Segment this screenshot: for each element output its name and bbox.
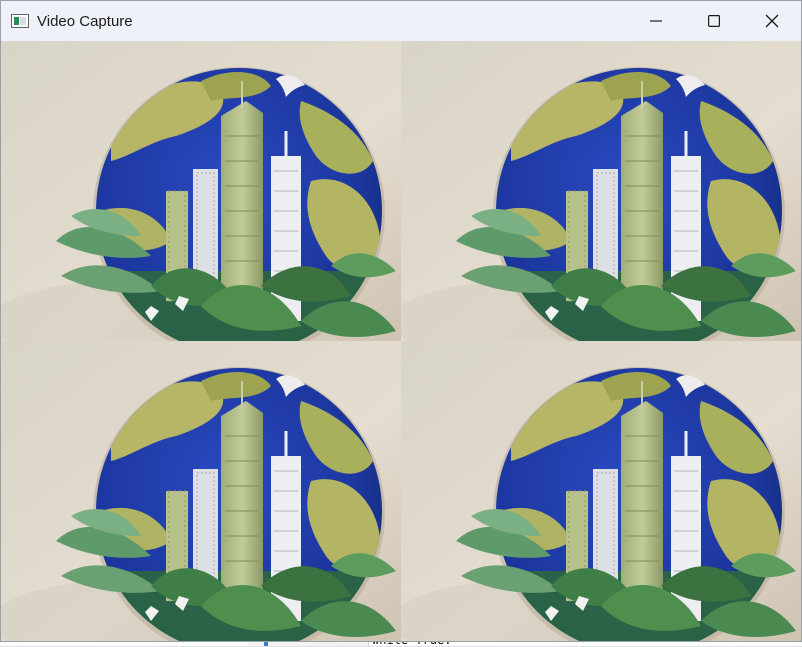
video-frame-grid (1, 41, 801, 641)
video-tile-top-right (401, 41, 801, 341)
minimize-icon (650, 20, 662, 22)
window-title: Video Capture (37, 12, 133, 30)
globe-scene-image (1, 341, 401, 641)
globe-scene-image (401, 41, 801, 341)
window-controls (627, 1, 801, 41)
close-button[interactable] (743, 1, 801, 41)
maximize-button[interactable] (685, 1, 743, 41)
video-capture-window: Video Capture (0, 0, 802, 642)
globe-scene-image (401, 341, 801, 641)
globe-scene-image (1, 41, 401, 341)
minimize-button[interactable] (627, 1, 685, 41)
app-window-icon (11, 14, 29, 28)
video-tile-top-left (1, 41, 401, 341)
video-tile-bottom-left (1, 341, 401, 641)
video-tile-bottom-right (401, 341, 801, 641)
close-icon (765, 14, 779, 28)
maximize-icon (708, 15, 720, 27)
title-bar[interactable]: Video Capture (1, 1, 801, 41)
